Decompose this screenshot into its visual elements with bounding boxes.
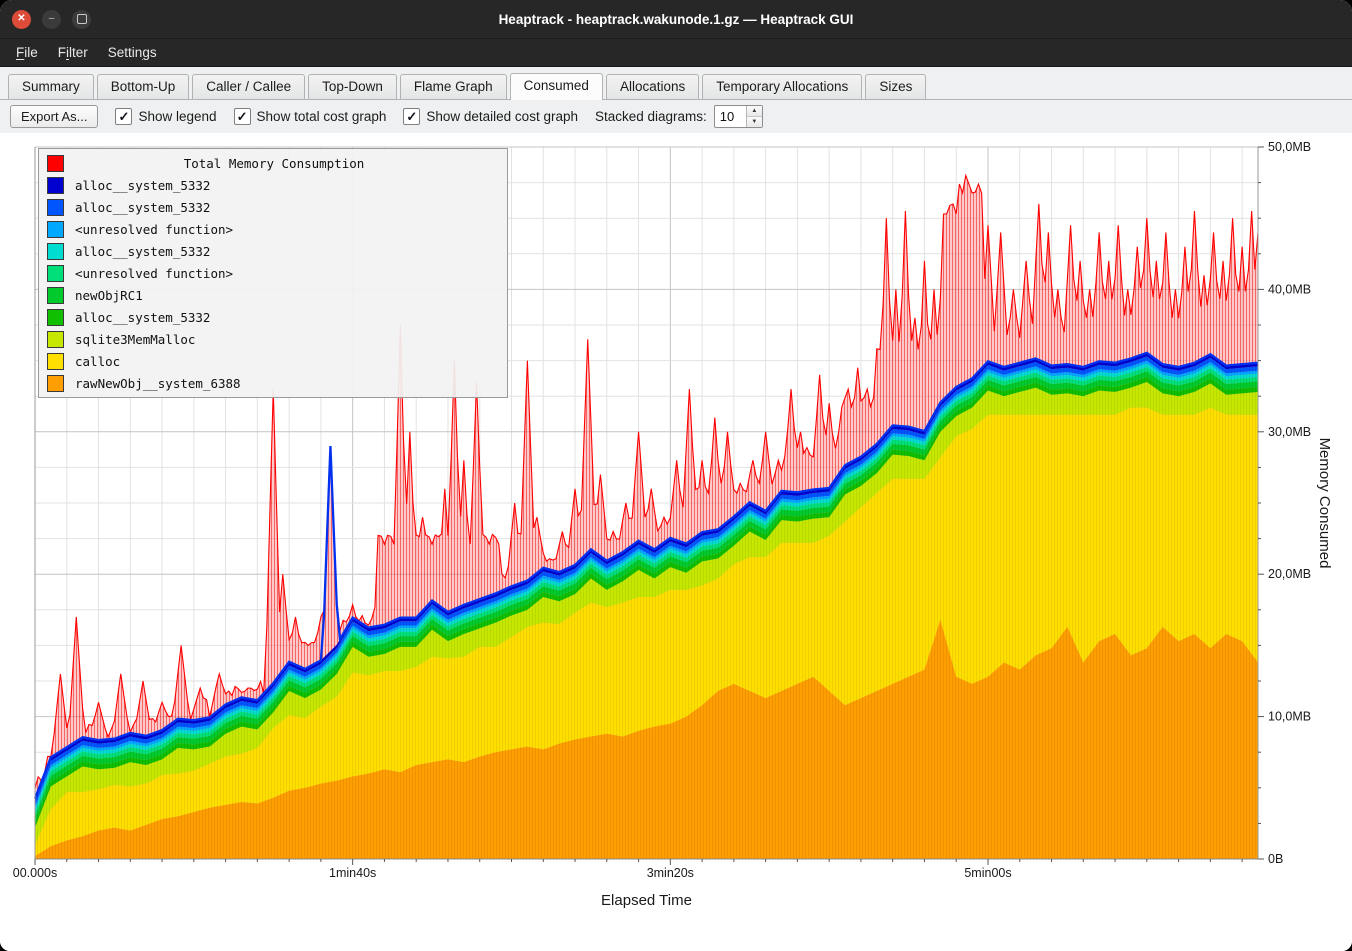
y-tick-label: 10,0MB [1268,710,1311,724]
tab-consumed[interactable]: Consumed [510,73,603,100]
y-tick-label: 40,0MB [1268,282,1311,296]
checkbox-label: Show detailed cost graph [426,109,578,124]
maximize-icon [77,14,87,24]
tab-summary[interactable]: Summary [8,74,94,99]
menu-settings[interactable]: Settings [98,41,167,64]
consumed-chart-panel: 00.000s 1min40s 3min20s 5min00s 0B 10,0MB 20,0… [0,133,1352,951]
legend-item-label: <unresolved function> [75,222,233,237]
legend-item-label: <unresolved function> [75,266,233,281]
color-swatch-icon [47,155,64,172]
legend-item-label: rawNewObj__system_6388 [75,376,241,391]
y-tick-label: 20,0MB [1268,567,1311,581]
menubar: FileFilterSettings [0,39,1352,67]
maximize-button[interactable] [72,10,91,29]
checkbox-group: ✓ Show legend ✓ Show total cost graph ✓ Show … [115,108,578,125]
heaptrack-window: ✕ – Heaptrack - heaptrack.wakunode.1.gz … [0,0,1352,951]
x-tick-label: 5min00s [964,866,1011,880]
checkmark-icon: ✓ [403,108,420,125]
color-swatch-icon [47,331,64,348]
checkbox-label: Show total cost graph [257,109,387,124]
color-swatch-icon [47,243,64,260]
legend-item-label: alloc__system_5332 [75,178,210,193]
checkbox-show-detailed-cost-graph[interactable]: ✓ Show detailed cost graph [403,108,578,125]
checkmark-icon: ✓ [234,108,251,125]
color-swatch-icon [47,287,64,304]
spinner-up-icon[interactable]: ▲ [747,106,762,117]
y-tick-label: 50,0MB [1268,140,1311,154]
checkmark-icon: ✓ [115,108,132,125]
checkbox-label: Show legend [138,109,216,124]
y-axis-title: Memory Consumed [1316,438,1333,569]
legend-item: calloc [39,350,507,372]
legend-item: alloc__system_5332 [39,240,507,262]
checkbox-show-legend[interactable]: ✓ Show legend [115,108,216,125]
tab-allocations[interactable]: Allocations [606,74,699,99]
stacked-diagrams-value[interactable]: 10 [715,106,746,127]
legend-item-label: alloc__system_5332 [75,200,210,215]
legend-item-label: newObjRC1 [75,288,143,303]
legend-item: alloc__system_5332 [39,306,507,328]
export-as-button[interactable]: Export As... [10,105,98,128]
x-tick-label: 3min20s [647,866,694,880]
checkbox-show-total-cost-graph[interactable]: ✓ Show total cost graph [234,108,387,125]
legend-item: alloc__system_5332 [39,174,507,196]
legend-item: <unresolved function> [39,262,507,284]
spinner-down-icon[interactable]: ▼ [747,117,762,127]
x-axis-title: Elapsed Time [601,892,692,909]
menu-file[interactable]: File [6,41,48,64]
color-swatch-icon [47,353,64,370]
legend-title: Total Memory Consumption [75,156,473,171]
close-button[interactable]: ✕ [12,10,31,29]
legend-item-label: sqlite3MemMalloc [75,332,195,347]
color-swatch-icon [47,309,64,326]
window-title: Heaptrack - heaptrack.wakunode.1.gz — He… [0,12,1352,27]
color-swatch-icon [47,199,64,216]
color-swatch-icon [47,265,64,282]
legend-item-label: alloc__system_5332 [75,244,210,259]
tab-bottom-up[interactable]: Bottom-Up [97,74,190,99]
legend-item: <unresolved function> [39,218,507,240]
y-tick-label: 0B [1268,852,1283,866]
tab-sizes[interactable]: Sizes [865,74,926,99]
legend-item: rawNewObj__system_6388 [39,372,507,394]
chart-legend: Total Memory Consumption alloc__system_53… [38,148,508,398]
close-icon: ✕ [17,14,25,24]
legend-item-label: alloc__system_5332 [75,310,210,325]
minimize-icon: – [49,14,55,24]
legend-item: sqlite3MemMalloc [39,328,507,350]
tab-flame-graph[interactable]: Flame Graph [400,74,507,99]
color-swatch-icon [47,375,64,392]
tab-temporary-allocations[interactable]: Temporary Allocations [702,74,862,99]
toolbar: Export As... ✓ Show legend ✓ Show total cos… [0,100,1352,133]
color-swatch-icon [47,221,64,238]
legend-item-label: calloc [75,354,120,369]
y-tick-label: 30,0MB [1268,425,1311,439]
menu-filter[interactable]: Filter [48,41,98,64]
tab-bar: SummaryBottom-UpCaller / CalleeTop-DownF… [0,67,1352,100]
stacked-diagrams-spinner[interactable]: 10 ▲ ▼ [714,105,763,128]
x-tick-label: 1min40s [329,866,376,880]
color-swatch-icon [47,177,64,194]
x-tick-label: 00.000s [13,866,57,880]
legend-title-row: Total Memory Consumption [39,152,507,174]
legend-item: alloc__system_5332 [39,196,507,218]
minimize-button[interactable]: – [42,10,61,29]
tab-caller-callee[interactable]: Caller / Callee [192,74,305,99]
tab-top-down[interactable]: Top-Down [308,74,397,99]
titlebar[interactable]: ✕ – Heaptrack - heaptrack.wakunode.1.gz … [0,0,1352,39]
legend-item: newObjRC1 [39,284,507,306]
stacked-diagrams-label: Stacked diagrams: [595,109,707,124]
